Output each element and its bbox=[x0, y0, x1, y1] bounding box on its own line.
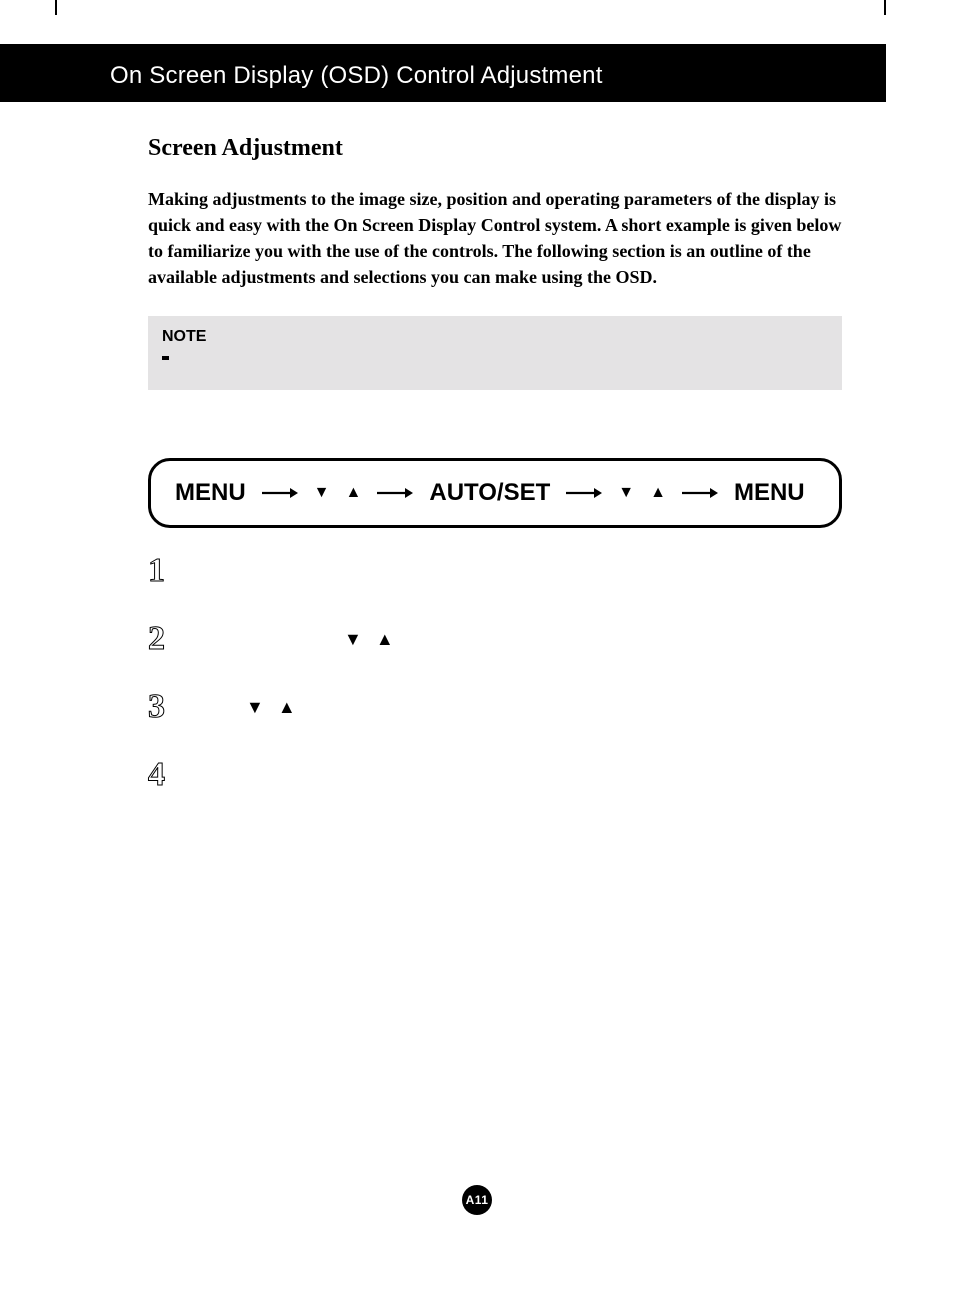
flow-menu-2: MENU bbox=[734, 479, 805, 507]
numbered-steps: 1 2 ▼ ▲ 3 ▼ ▲ 4 bbox=[148, 546, 842, 800]
bullet-icon bbox=[162, 356, 169, 360]
triangle-up-icon: ▲ bbox=[376, 630, 394, 648]
triangle-down-icon: ▼ bbox=[246, 698, 264, 716]
note-box: NOTE bbox=[148, 316, 842, 390]
button-flow-box: MENU ▼ ▲ AUTO/SET ▼ ▲ MENU bbox=[148, 458, 842, 528]
crop-mark-right bbox=[884, 0, 886, 15]
step-number: 2 bbox=[148, 620, 194, 658]
intro-paragraph: Making adjustments to the image size, po… bbox=[148, 186, 842, 290]
step-number: 1 bbox=[148, 552, 194, 590]
page-title: On Screen Display (OSD) Control Adjustme… bbox=[110, 62, 603, 90]
triangle-down-icon: ▼ bbox=[344, 630, 362, 648]
step-row-1: 1 bbox=[148, 546, 842, 596]
step-number: 3 bbox=[148, 688, 194, 726]
step-row-4: 4 bbox=[148, 750, 842, 800]
page-number-badge: A11 bbox=[462, 1185, 492, 1215]
triangle-down-icon: ▼ bbox=[314, 485, 330, 501]
arrow-right-icon bbox=[262, 486, 298, 500]
arrow-right-icon bbox=[377, 486, 413, 500]
page-number: A11 bbox=[466, 1193, 489, 1207]
crop-marks bbox=[0, 0, 954, 15]
triangle-up-icon: ▲ bbox=[346, 485, 362, 501]
content-area: Screen Adjustment Making adjustments to … bbox=[148, 135, 842, 818]
flow-autoset: AUTO/SET bbox=[429, 479, 550, 507]
header-band: On Screen Display (OSD) Control Adjustme… bbox=[0, 44, 886, 102]
note-label: NOTE bbox=[162, 328, 828, 346]
arrow-right-icon bbox=[682, 486, 718, 500]
step-content: ▼ ▲ bbox=[194, 698, 296, 716]
step-row-2: 2 ▼ ▲ bbox=[148, 614, 842, 664]
triangle-up-icon: ▲ bbox=[650, 485, 666, 501]
section-heading: Screen Adjustment bbox=[148, 135, 842, 162]
flow-menu-1: MENU bbox=[175, 479, 246, 507]
triangle-down-icon: ▼ bbox=[618, 485, 634, 501]
step-content: ▼ ▲ bbox=[194, 630, 394, 648]
step-number: 4 bbox=[148, 756, 194, 794]
step-row-3: 3 ▼ ▲ bbox=[148, 682, 842, 732]
triangle-up-icon: ▲ bbox=[278, 698, 296, 716]
crop-mark-left bbox=[55, 0, 57, 15]
arrow-right-icon bbox=[566, 486, 602, 500]
